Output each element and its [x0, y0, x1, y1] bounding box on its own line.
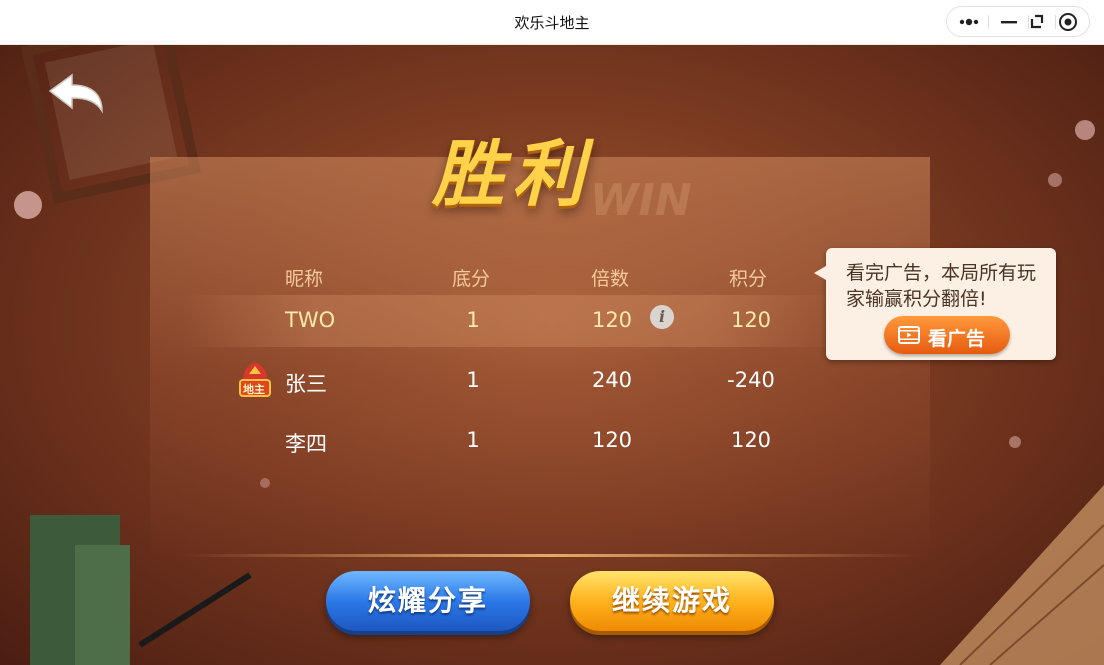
target-close-icon — [1059, 13, 1077, 31]
info-icon[interactable]: i — [650, 305, 674, 329]
header-points: 积分 — [729, 268, 768, 290]
points: 120 — [730, 308, 772, 332]
landlord-badge: 地主 — [238, 360, 272, 398]
player-name: 张三 — [285, 372, 327, 396]
points: -240 — [727, 368, 775, 392]
header-nickname: 昵称 — [285, 268, 324, 290]
base-score: 1 — [466, 368, 480, 392]
player-name: TWO — [285, 308, 336, 332]
base-score: 1 — [466, 428, 480, 452]
capsule-menu — [946, 6, 1090, 37]
video-icon — [898, 326, 920, 344]
continue-game-button[interactable]: 继续游戏 — [570, 571, 774, 631]
watch-ad-label: 看广告 — [928, 328, 986, 350]
restore-button[interactable] — [1019, 7, 1055, 36]
panel-divider — [180, 554, 920, 557]
victory-title: 胜利 — [432, 132, 593, 216]
watch-ad-button[interactable]: 看广告 — [884, 316, 1010, 354]
more-dots-icon — [959, 18, 979, 26]
back-button[interactable] — [46, 71, 110, 115]
ad-tip-popup: 看完广告，本局所有玩家输赢积分翻倍! 看广告 — [814, 248, 1056, 360]
win-watermark: WIN — [590, 175, 692, 226]
base-score: 1 — [466, 308, 480, 332]
ad-tip-text: 看完广告，本局所有玩家输赢积分翻倍! — [846, 262, 1037, 310]
multiplier: 120 — [591, 428, 633, 452]
share-button[interactable]: 炫耀分享 — [326, 571, 530, 631]
player-name: 李四 — [285, 432, 327, 456]
back-arrow-icon — [48, 73, 103, 114]
header-multiplier: 倍数 — [591, 268, 630, 290]
restore-icon — [1030, 14, 1044, 29]
close-button[interactable] — [1053, 7, 1089, 36]
points: 120 — [730, 428, 772, 452]
game-scene: WIN 胜利 昵称 底分 倍数 积分 TWO 1 120 i 120 地主 张三… — [0, 45, 1104, 665]
window-title: 欢乐斗地主 — [514, 14, 590, 32]
landlord-badge-label: 地主 — [243, 383, 265, 396]
multiplier: 240 — [591, 368, 633, 392]
more-button[interactable] — [951, 7, 987, 36]
title-bar: 欢乐斗地主 — [0, 0, 1104, 45]
header-base-score: 底分 — [452, 268, 491, 290]
